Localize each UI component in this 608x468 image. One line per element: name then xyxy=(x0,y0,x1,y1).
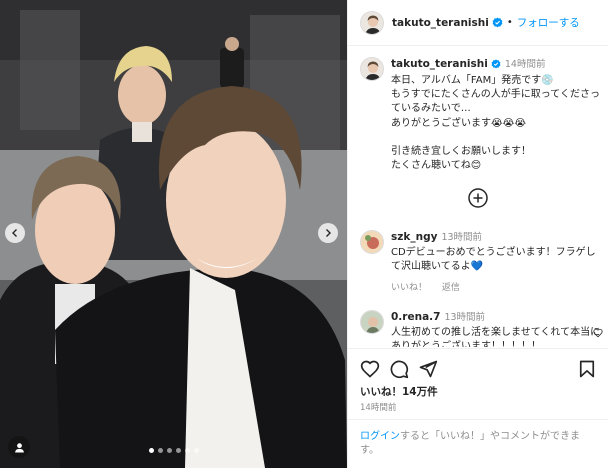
caption-username[interactable]: takuto_teranishi xyxy=(391,58,488,70)
avatar-image xyxy=(361,231,383,253)
heart-icon[interactable] xyxy=(360,359,380,379)
avatar[interactable] xyxy=(360,57,384,81)
carousel-dots xyxy=(0,448,347,453)
login-link[interactable]: ログイン xyxy=(360,431,400,442)
comment-reply-button[interactable]: 返信 xyxy=(442,283,460,293)
comment-username[interactable]: szk_ngy xyxy=(391,231,437,243)
avatar[interactable] xyxy=(360,310,384,334)
avatar-image xyxy=(361,311,383,333)
caption-text: 本日、アルバム「FAM」発売です💿 もうすでにたくさんの人が手に取ってくださって… xyxy=(391,75,600,172)
post-side-panel: takuto_teranishi • フォローする takuto_teranis… xyxy=(347,0,608,468)
next-slide-button[interactable] xyxy=(318,223,338,243)
carousel-dot xyxy=(184,448,190,453)
action-bar xyxy=(348,348,608,384)
post-header: takuto_teranishi • フォローする xyxy=(348,0,608,46)
previous-slide-button[interactable] xyxy=(5,223,25,243)
carousel-dot xyxy=(166,448,172,453)
caption-time: 14時間前 xyxy=(504,59,546,70)
plus-circle-icon[interactable] xyxy=(467,187,489,209)
comment-text: 人生初めての推し活を楽しませてくれて本当にありがとうございます！！！！！ xyxy=(391,327,601,347)
verified-badge-icon xyxy=(491,59,501,69)
tagged-users-button[interactable] xyxy=(8,436,30,458)
comment-like-button[interactable]: いいね！ xyxy=(391,283,427,293)
carousel-dot xyxy=(157,448,163,453)
avatar[interactable] xyxy=(360,230,384,254)
carousel-dot xyxy=(193,448,199,453)
chevron-left-icon xyxy=(12,229,17,237)
login-prompt: ログインすると「いいね！」やコメントができます。 xyxy=(348,419,608,468)
photo-scene xyxy=(0,0,347,468)
avatar-image xyxy=(361,58,383,80)
comments-area[interactable]: takuto_teranishi 14時間前 本日、アルバム「FAM」発売です💿 … xyxy=(348,47,608,347)
carousel-dot xyxy=(175,448,181,453)
comment-text: CDデビューおめでとうございます！フラゲして沢山聴いてるよ💙 xyxy=(391,247,596,273)
post-photo[interactable] xyxy=(0,0,347,468)
comment-icon[interactable] xyxy=(389,359,409,379)
avatar[interactable] xyxy=(360,10,384,35)
carousel-dot xyxy=(148,448,154,453)
verified-badge-icon xyxy=(492,17,503,28)
comment-username[interactable]: 0.rena.7 xyxy=(391,311,440,323)
header-separator: • xyxy=(506,17,513,28)
comment-time: 13時間前 xyxy=(441,232,483,243)
header-username[interactable]: takuto_teranishi xyxy=(392,17,489,29)
comment-time: 13時間前 xyxy=(444,312,486,323)
user-tag-icon xyxy=(14,442,24,453)
like-count[interactable]: いいね！14万件 xyxy=(360,384,438,399)
post-timestamp: 14時間前 xyxy=(360,403,397,413)
share-icon[interactable] xyxy=(418,359,438,379)
follow-button[interactable]: フォローする xyxy=(517,15,580,30)
bookmark-icon[interactable] xyxy=(577,359,597,379)
avatar-image xyxy=(361,11,383,34)
heart-icon[interactable] xyxy=(593,328,603,338)
chevron-right-icon xyxy=(326,229,331,237)
